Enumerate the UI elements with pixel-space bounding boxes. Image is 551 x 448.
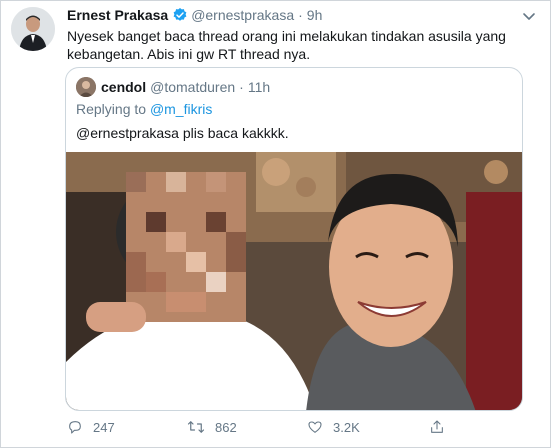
- like-count: 3.2K: [333, 419, 360, 435]
- quoted-tweet[interactable]: cendol @tomatduren · 11h Replying to @m_…: [65, 67, 523, 411]
- author-avatar[interactable]: [11, 7, 55, 51]
- reply-count: 247: [93, 419, 115, 435]
- author-name[interactable]: Ernest Prakasa: [67, 7, 168, 23]
- caret-down-icon[interactable]: [522, 9, 536, 20]
- replying-to: Replying to @m_fikris: [76, 101, 212, 117]
- quoted-author-name[interactable]: cendol: [101, 79, 146, 95]
- tweet-actions: 247 862 3.2K: [67, 417, 487, 437]
- quoted-header: cendol @tomatduren · 11h: [76, 77, 270, 97]
- tweet-text: Nyesek banget baca thread orang ini mela…: [67, 28, 506, 62]
- tweet-card: Ernest Prakasa @ernestprakasa · 9h Nyese…: [0, 0, 551, 448]
- replying-to-prefix: Replying to: [76, 101, 147, 117]
- author-handle[interactable]: @ernestprakasa: [191, 7, 294, 23]
- replying-to-link[interactable]: @m_fikris: [150, 101, 212, 117]
- retweet-count: 862: [215, 419, 237, 435]
- retweet-button[interactable]: 862: [187, 417, 237, 437]
- tweet-header: Ernest Prakasa @ernestprakasa · 9h: [67, 7, 322, 23]
- quoted-separator: ·: [239, 79, 244, 95]
- quoted-text: @ernestprakasa plis baca kakkkk.: [76, 125, 289, 141]
- pixelated-face: [126, 172, 246, 322]
- quoted-author-avatar[interactable]: [76, 77, 96, 97]
- photo-image: [66, 152, 522, 410]
- verified-badge-icon: [172, 7, 188, 23]
- reply-icon: [69, 421, 81, 434]
- tweet-time[interactable]: 9h: [307, 7, 323, 23]
- reply-button[interactable]: 247: [67, 417, 115, 437]
- like-icon: [308, 421, 322, 433]
- share-button[interactable]: [429, 417, 455, 437]
- retweet-icon: [187, 421, 205, 433]
- share-icon: [431, 420, 443, 433]
- quoted-author-handle[interactable]: @tomatduren: [150, 79, 235, 95]
- like-button[interactable]: 3.2K: [307, 417, 360, 437]
- quoted-time[interactable]: 11h: [248, 79, 270, 95]
- quoted-photo[interactable]: [66, 152, 522, 410]
- header-separator: ·: [298, 7, 303, 23]
